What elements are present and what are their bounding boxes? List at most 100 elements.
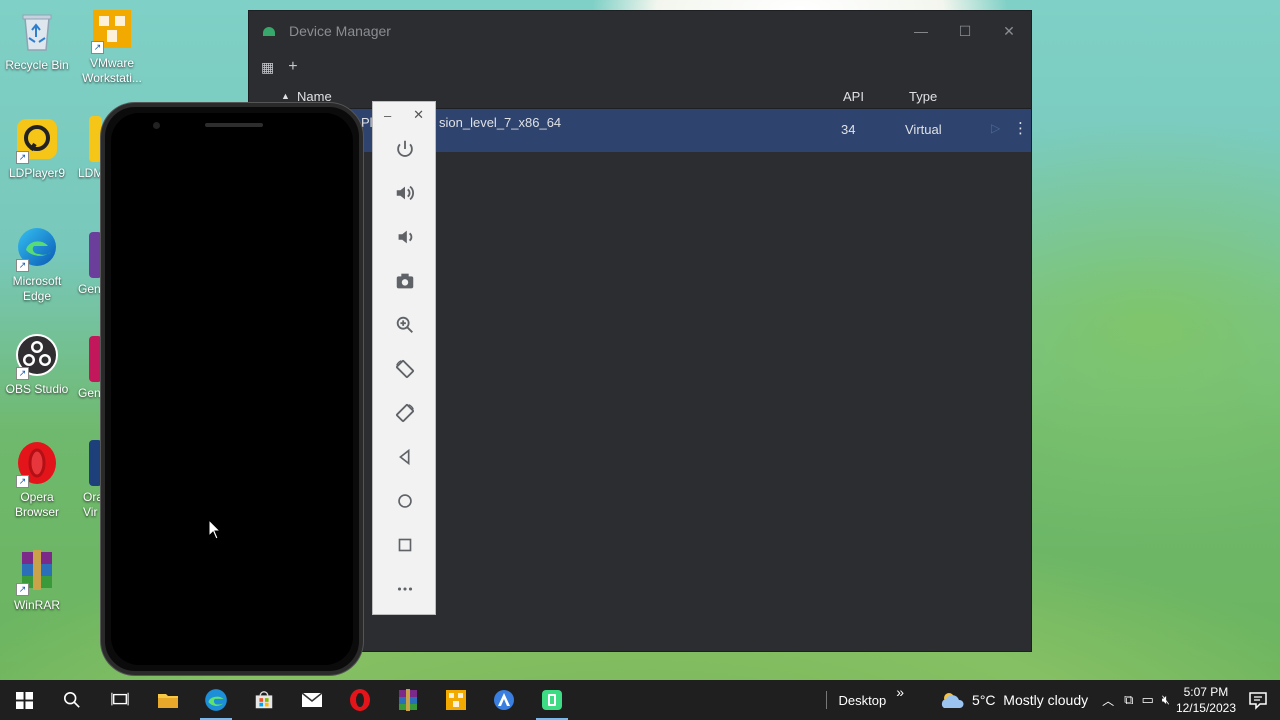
vmware-icon — [446, 690, 466, 710]
sort-up-icon[interactable]: ▲ — [281, 91, 290, 101]
desktop-icon-gen-2-partial[interactable]: Gen — [72, 336, 102, 401]
more-icon[interactable] — [392, 576, 418, 602]
weather-text[interactable]: 5°C Mostly cloudy — [972, 692, 1088, 708]
run-device-icon[interactable]: ▷ — [991, 121, 1000, 135]
desktop-icon-label: LDM — [78, 166, 102, 180]
power-icon[interactable] — [392, 136, 418, 162]
desktop-icon-oracle-vm-partial[interactable]: Ora Vir — [72, 440, 102, 520]
window-title: Device Manager — [289, 23, 391, 39]
vmware-icon: ↗ — [89, 6, 135, 54]
taskbar-android-studio[interactable] — [528, 680, 576, 720]
minimize-icon[interactable]: – — [384, 108, 391, 123]
taskbar-app-a[interactable] — [480, 680, 528, 720]
notifications-icon[interactable] — [1248, 690, 1268, 710]
minimize-icon[interactable]: — — [899, 11, 943, 51]
close-icon[interactable]: ✕ — [987, 11, 1031, 51]
taskbar-winrar[interactable] — [384, 680, 432, 720]
mouse-cursor-icon — [208, 519, 222, 540]
rotate-left-icon[interactable] — [392, 356, 418, 382]
shortcut-arrow-icon: ↗ — [16, 151, 29, 164]
desktop-toolbar-label[interactable]: Desktop — [839, 693, 887, 708]
desktop-icon-gen-1-partial[interactable]: Gen — [72, 232, 102, 297]
desktop-icon-obs[interactable]: ↗ OBS Studio — [0, 332, 74, 397]
show-hidden-icons-icon[interactable]: ︿ — [1102, 692, 1114, 709]
zoom-icon[interactable] — [392, 312, 418, 338]
desktop-icon-ldplayer9[interactable]: ↗ LDPlayer9 — [0, 116, 74, 181]
camera-icon — [153, 122, 160, 129]
device-name: sion_level_7_x86_64 — [439, 115, 562, 130]
volume-up-icon[interactable] — [392, 180, 418, 206]
android-studio-logo-icon — [263, 26, 275, 36]
taskbar-store[interactable] — [240, 680, 288, 720]
shortcut-arrow-icon: ↗ — [16, 583, 29, 596]
shortcut-arrow-icon: ↗ — [91, 41, 104, 54]
desktop-icon-winrar[interactable]: ↗ WinRAR — [0, 548, 74, 613]
opera-icon — [350, 689, 370, 711]
toolbar-expand-icon[interactable]: » — [896, 684, 904, 700]
desktop-icon-vmware[interactable]: ↗ VMware Workstati... — [75, 6, 149, 86]
windows-icon — [15, 691, 33, 709]
desktop-icon-label: Gen — [78, 282, 101, 296]
rotate-right-icon[interactable] — [392, 400, 418, 426]
volume-muted-icon[interactable]: 🔇︎ — [1162, 692, 1170, 708]
taskbar-mail[interactable] — [288, 680, 336, 720]
close-icon[interactable]: ✕ — [413, 107, 424, 123]
task-view-icon — [111, 692, 129, 706]
device-type: Virtual — [905, 122, 942, 137]
shortcut-arrow-icon: ↗ — [16, 367, 29, 380]
taskbar-opera[interactable] — [336, 680, 384, 720]
column-header-api[interactable]: API — [843, 89, 864, 104]
device-row[interactable]: Pl sion_level_7_x86_64 34 Virtual ▷ ⋮ — [249, 109, 1031, 152]
network-icon[interactable]: ▭ — [1141, 692, 1153, 708]
device-name-fragment: Pl — [361, 115, 373, 130]
desktop-icon-recycle-bin[interactable]: Recycle Bin — [0, 8, 74, 73]
emulator-screen[interactable] — [111, 113, 353, 665]
taskbar-edge[interactable] — [192, 680, 240, 720]
column-header-name[interactable]: Name — [297, 89, 332, 104]
home-icon[interactable] — [392, 488, 418, 514]
emulator-phone[interactable] — [101, 103, 363, 675]
device-manager-titlebar[interactable]: Device Manager — ☐ ✕ — [249, 11, 1031, 51]
overview-icon[interactable] — [392, 532, 418, 558]
column-header-type[interactable]: Type — [909, 89, 937, 104]
edge-icon: ↗ — [14, 224, 60, 272]
back-icon[interactable] — [392, 444, 418, 470]
clock[interactable]: 5:07 PM 12/15/2023 — [1176, 684, 1236, 716]
desktop-icon-ldm-partial[interactable]: LDM — [72, 116, 102, 181]
shortcut-arrow-icon: ↗ — [16, 259, 29, 272]
maximize-icon[interactable]: ☐ — [943, 11, 987, 51]
device-table-header: ▲ Name API Type — [249, 85, 1031, 109]
store-icon — [255, 691, 273, 709]
start-button[interactable] — [0, 680, 48, 720]
weather-cloud-icon[interactable] — [938, 690, 966, 710]
desktop-icon-edge[interactable]: ↗ Microsoft Edge — [0, 224, 74, 304]
taskbar-file-explorer[interactable] — [144, 680, 192, 720]
add-device-icon[interactable]: + — [288, 58, 297, 76]
mail-icon — [301, 692, 323, 707]
android-studio-icon — [542, 690, 562, 710]
speaker-grille — [205, 123, 263, 127]
volume-down-icon[interactable] — [392, 224, 418, 250]
device-grid-icon[interactable]: ▦ — [261, 59, 274, 76]
desktop-icon-label: LDPlayer9 — [8, 166, 66, 180]
desktop-icon-label: Recycle Bin — [5, 58, 69, 72]
search-icon — [63, 691, 80, 708]
taskbar-vmware[interactable] — [432, 680, 480, 720]
opera-icon: ↗ — [14, 440, 60, 488]
desktop-icon-label: Microsoft Edge — [12, 274, 62, 303]
network-adapter-icon[interactable]: ⧉ — [1124, 692, 1133, 708]
folder-icon — [158, 694, 178, 708]
shortcut-arrow-icon: ↗ — [16, 475, 29, 488]
desktop-icon-label: WinRAR — [13, 598, 60, 612]
ldplayer-icon: ↗ — [14, 116, 60, 164]
task-view-button[interactable] — [96, 680, 144, 720]
camera-icon[interactable] — [392, 268, 418, 294]
desktop-icon-opera[interactable]: ↗ Opera Browser — [0, 440, 74, 520]
search-button[interactable] — [48, 680, 96, 720]
recycle-bin-icon — [14, 8, 60, 54]
winrar-icon: ↗ — [14, 548, 60, 596]
device-manager-window[interactable]: Device Manager — ☐ ✕ ▦ + ▲ Name API Type… — [248, 10, 1032, 652]
desktop-icon-label: VMware Workstati... — [82, 56, 142, 85]
more-options-icon[interactable]: ⋮ — [1013, 119, 1028, 137]
emulator-toolbar: – ✕ — [372, 101, 436, 615]
